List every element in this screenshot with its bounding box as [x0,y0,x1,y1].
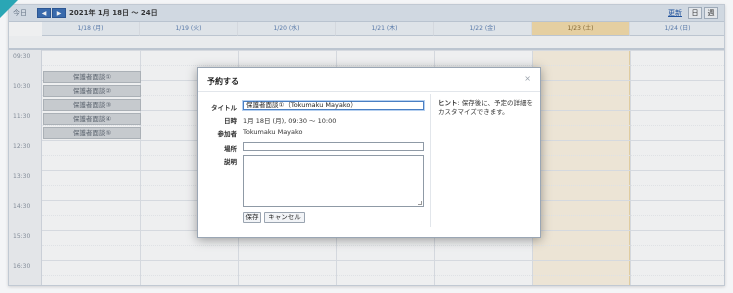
dialog-divider [198,91,540,92]
datetime-value: 1月 18日 (月), 09:30 ～ 10:00 [243,117,337,125]
place-label: 場所 [224,145,237,153]
corner-accent [0,0,18,18]
title-label: タイトル [211,104,237,112]
dialog-title: 予約する [207,77,239,86]
place-input[interactable] [243,142,424,151]
description-label: 説明 [224,158,237,166]
attendee-label: 参加者 [217,130,238,138]
close-icon[interactable]: × [524,74,531,83]
cancel-button[interactable]: キャンセル [264,212,305,223]
attendee-value: Tokumaku Mayako [243,128,303,136]
reservation-dialog: 予約する × タイトル 保護者面談①（Tokumaku Mayako） 日時 1… [197,67,541,238]
hint-title: ヒント [438,99,458,107]
dialog-column-divider [430,94,431,227]
save-button[interactable]: 保存 [243,212,261,223]
resize-grip-icon[interactable] [418,201,422,205]
datetime-label: 日時 [224,117,237,125]
hint-text: ヒント: 保存後に、予定の詳細をカスタマイズできます。 [438,99,536,117]
title-input[interactable]: 保護者面談①（Tokumaku Mayako） [243,101,424,110]
description-textarea[interactable] [243,155,424,207]
